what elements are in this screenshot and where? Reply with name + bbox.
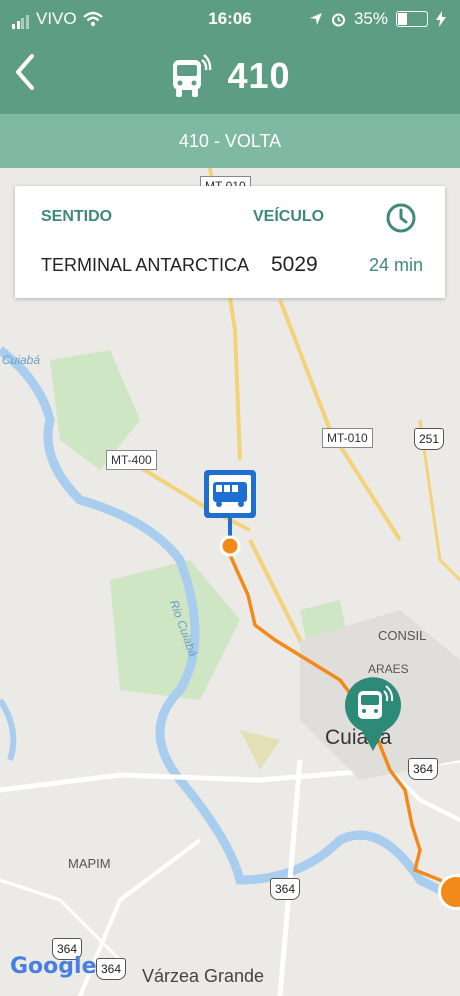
status-bar: VIVO 16:06 35% <box>0 0 460 36</box>
clock-icon <box>386 203 416 233</box>
map-label-consil: CONSIL <box>378 628 427 643</box>
direction-header: SENTIDO <box>41 208 113 225</box>
highway-shield-364: 364 <box>408 758 439 780</box>
road-label-mt400: MT-400 <box>106 450 157 470</box>
highway-shield-251: 251 <box>414 428 445 450</box>
road-label-mt010: MT-010 <box>322 428 373 448</box>
bus-stop-marker[interactable] <box>202 468 258 558</box>
battery-icon <box>396 11 428 27</box>
direction-value: TERMINAL ANTARCTICA <box>41 255 250 275</box>
battery-percent: 35% <box>353 9 388 28</box>
direction-bar: 410 - VOLTA <box>0 114 460 168</box>
highway-shield-364-d: 364 <box>96 958 127 980</box>
route-number: 410 <box>227 55 291 96</box>
page-title: 410 <box>0 52 460 100</box>
map-label-mapim: MAPIM <box>68 856 111 871</box>
vehicle-marker[interactable] <box>342 673 404 753</box>
map-label-river-cuiaba-top: Cuiabá <box>2 353 41 367</box>
bus-icon <box>173 54 212 97</box>
bus-location-icon <box>345 677 401 751</box>
direction-title: 410 - VOLTA <box>178 130 282 151</box>
app-header: 410 <box>0 36 460 114</box>
vehicle-header: VEÍCULO <box>253 208 325 225</box>
trip-info-card: SENTIDO VEÍCULO TERMINAL ANTARCTICA 5029… <box>15 186 445 298</box>
eta-value: 24 min <box>369 255 424 275</box>
highway-shield-364-b: 364 <box>270 878 301 900</box>
alarm-icon <box>331 13 345 26</box>
bus-stop-icon <box>204 470 256 557</box>
location-arrow-icon <box>309 13 322 25</box>
map-label-varzea-grande: Várzea Grande <box>142 966 265 986</box>
charging-bolt-icon <box>436 11 446 27</box>
vehicle-value: 5029 <box>271 253 318 276</box>
google-logo: Google <box>10 954 97 979</box>
